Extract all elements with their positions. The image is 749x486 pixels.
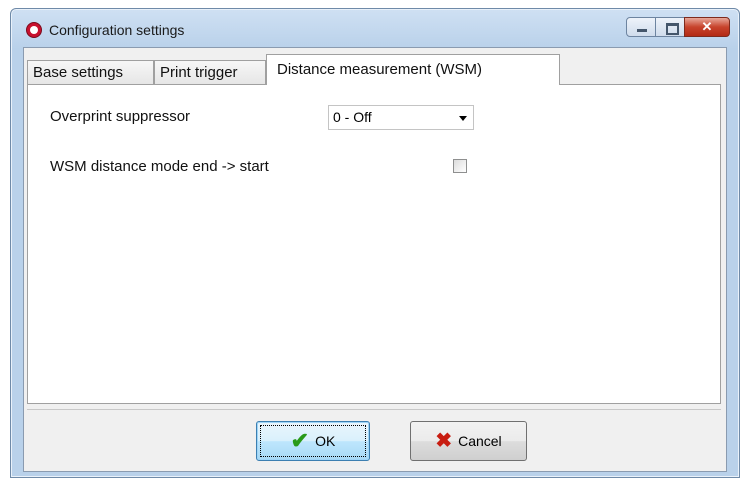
maximize-icon [666, 23, 679, 35]
minimize-button[interactable] [626, 17, 656, 37]
title-bar[interactable]: Configuration settings ✕ [11, 9, 739, 49]
overprint-suppressor-select[interactable]: 0 - Off [328, 105, 474, 130]
check-icon: ✔ [290, 428, 310, 453]
caption-buttons: ✕ [626, 17, 730, 37]
tab-panel: Overprint suppressor 0 - Off WSM distanc… [27, 84, 721, 404]
tab-base-settings[interactable]: Base settings [27, 60, 154, 84]
configuration-window: Configuration settings ✕ Base settings P… [10, 8, 740, 478]
overprint-suppressor-label: Overprint suppressor [50, 108, 191, 125]
close-icon: ✕ [701, 19, 713, 34]
x-icon: ✖ [435, 430, 453, 452]
minimize-icon [637, 29, 647, 32]
tab-distance-measurement[interactable]: Distance measurement (WSM) [266, 54, 560, 85]
close-button[interactable]: ✕ [684, 17, 730, 37]
ok-button-label: OK [315, 433, 336, 449]
maximize-button[interactable] [655, 17, 685, 37]
chevron-down-icon[interactable] [459, 116, 467, 121]
wsm-distance-mode-label: WSM distance mode end -> start [50, 158, 269, 175]
app-logo-icon[interactable] [26, 22, 42, 38]
button-separator [27, 409, 721, 410]
wsm-distance-mode-checkbox[interactable] [453, 159, 467, 173]
ok-button[interactable]: ✔ OK [256, 421, 370, 461]
overprint-suppressor-value: 0 - Off [333, 109, 372, 125]
cancel-button-label: Cancel [458, 433, 502, 449]
tab-print-trigger[interactable]: Print trigger [154, 60, 266, 84]
dialog-client-area: Base settings Print trigger Distance mea… [23, 47, 727, 472]
window-title: Configuration settings [49, 22, 185, 38]
cancel-button[interactable]: ✖ Cancel [410, 421, 527, 461]
